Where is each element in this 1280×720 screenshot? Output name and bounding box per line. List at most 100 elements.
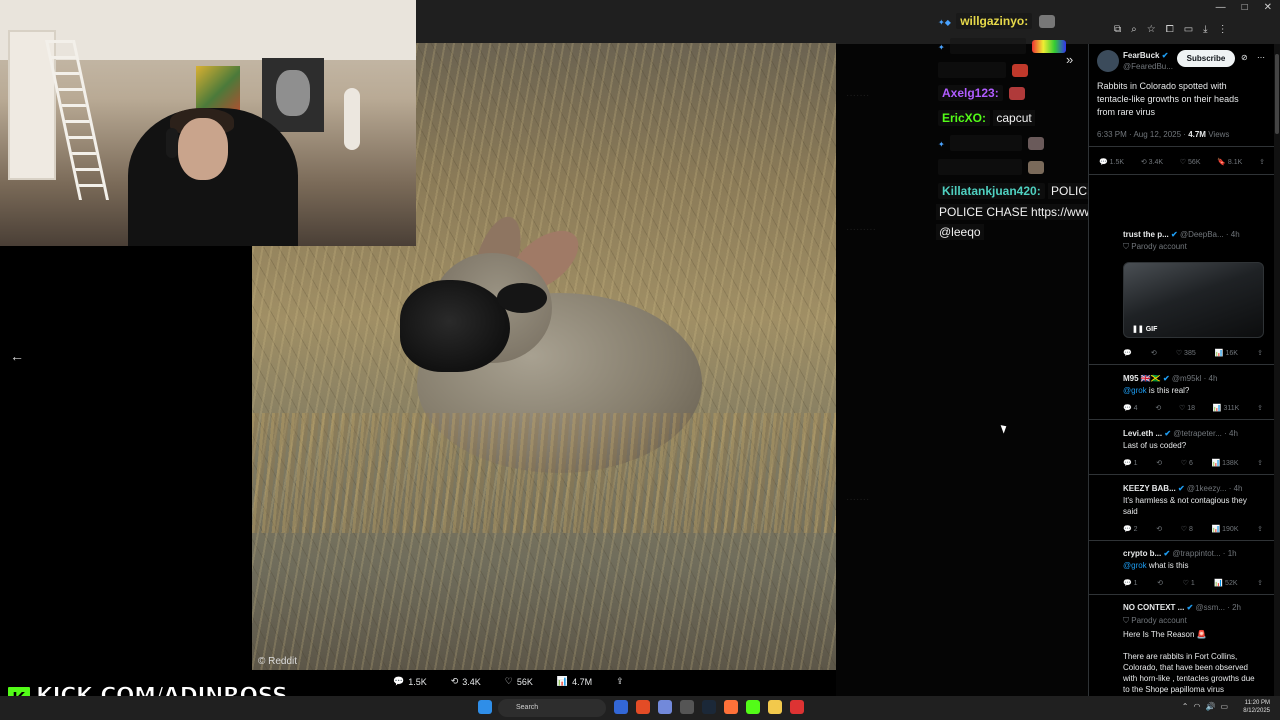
share-icon[interactable]: ⇪ [1257,579,1263,587]
like-button[interactable]: ♡ 6 [1181,459,1193,467]
like-button[interactable]: ♡ 8 [1181,525,1193,533]
reply-actions: 💬 4 ⟲ ♡ 18 📊 311K ⇪ [1123,404,1263,412]
divider [1089,146,1274,147]
reply-count: 1 [1133,580,1138,587]
views-button[interactable]: 📊 4.7M [557,676,592,687]
like-button[interactable]: ♡ 385 [1176,349,1196,357]
post-meta: 6:33 PM · Aug 12, 2025 · 4.7M Views [1097,130,1229,139]
like-button[interactable]: ♡ 1 [1183,579,1195,587]
more-icon[interactable]: ⋯ [1257,53,1265,62]
like-button[interactable]: ♡ 18 [1179,404,1195,412]
reply-age: 4h [1230,230,1240,239]
share-icon[interactable]: ⇪ [1257,349,1263,357]
reply-button[interactable]: 💬 [1123,349,1132,357]
repost-button[interactable]: ⟲ [1156,525,1162,533]
windows-start-icon[interactable] [478,700,492,714]
like-button[interactable]: ♡ 56K [505,676,533,687]
reply-actions: 💬 2 ⟲ ♡ 8 📊 190K ⇪ [1123,525,1263,533]
reply-actions: 💬 1 ⟲ ♡ 1 📊 52K ⇪ [1123,579,1263,587]
chevron-up-icon[interactable]: ⌃ [1182,702,1189,711]
repost-button[interactable]: ⟲ [1151,349,1157,357]
share-icon[interactable]: ⇪ [1257,459,1263,467]
emote-icon [1038,15,1055,29]
like-button[interactable]: ♡ 56K [1180,158,1201,166]
reply-author[interactable]: trust the p... ✔ @DeepBa... · 4h [1123,230,1240,239]
share-icon[interactable]: ⇪ [1259,158,1265,166]
scrollbar[interactable] [1274,44,1280,696]
reply-author[interactable]: crypto b... ✔ @trappintot... · 1h [1123,549,1237,558]
battery-icon[interactable]: ▭ [1220,702,1228,711]
mention-link[interactable]: @grok [1123,386,1147,395]
app-icon[interactable] [680,700,694,714]
reply-handle: @m95kl [1171,374,1202,383]
views-button[interactable]: 📊 311K [1213,404,1240,412]
app-icon[interactable] [790,700,804,714]
steam-icon[interactable] [702,700,716,714]
taskbar-clock[interactable]: 11:20 PM 8/12/2025 [1243,699,1270,715]
post-views-label: Views [1208,130,1230,139]
views-button[interactable]: 📊 52K [1214,579,1237,587]
reply-button[interactable]: 💬 4 [1123,404,1138,412]
subscribe-button[interactable]: Subscribe [1177,50,1235,67]
folder-icon[interactable] [768,700,782,714]
mention-link[interactable]: @grok [1123,561,1147,570]
kick-icon[interactable] [746,700,760,714]
clock-date: 8/12/2025 [1243,708,1270,714]
scrollbar-thumb[interactable] [1275,54,1279,134]
share-button[interactable]: ⇪ [616,676,624,687]
repost-icon: ⟲ [450,676,459,686]
expand-chevron-icon[interactable]: » [1066,52,1073,67]
repost-button[interactable]: ⟲ [1157,579,1163,587]
reply-avatar[interactable] [1097,602,1119,624]
author-name[interactable]: FearBuck ✔ [1123,51,1168,60]
grok-icon[interactable]: ⊘ [1241,53,1248,62]
views-button[interactable]: 📊 16K [1215,349,1238,357]
reply-button[interactable]: 💬 1 [1123,459,1138,467]
chat-text: capcut [993,110,1035,126]
reply-text-body: what is this [1146,561,1189,570]
streamer-webcam [0,0,416,246]
reply-author[interactable]: KEEZY BAB... ✔ @1keezy... · 4h [1123,484,1243,493]
reply-button[interactable]: 💬 1.5K [1099,158,1124,166]
reply-author[interactable]: Levi.eth ... ✔ @tetrapeter... · 4h [1123,429,1238,438]
reply-avatar[interactable] [1097,230,1119,252]
views-count: 190K [1222,526,1239,533]
reply-author[interactable]: NO CONTEXT ... ✔ @ssm... · 2h [1123,603,1241,612]
author-avatar[interactable] [1097,50,1119,72]
reply-gif[interactable]: ❚❚ GIF [1123,262,1264,338]
repost-button[interactable]: ⟲ 3.4K [1141,158,1163,166]
reply-button[interactable]: 💬 1.5K [393,676,427,687]
reply-author[interactable]: M95 🇬🇧🇯🇲 ✔ @m95kl · 4h [1123,374,1217,383]
app-icon[interactable] [614,700,628,714]
parody-label: ⛉ Parody account [1123,616,1187,625]
discord-icon[interactable] [658,700,672,714]
views-button[interactable]: 📊 190K [1211,525,1238,533]
webcam-streamer-face [178,118,228,180]
reply-avatar[interactable] [1097,548,1119,570]
repost-button[interactable]: ⟲ [1156,459,1162,467]
repost-button[interactable]: ⟲ 3.4K [451,676,481,687]
taskbar-search[interactable]: Search [498,699,606,717]
reply-avatar[interactable] [1097,428,1119,450]
reply-text: It's harmless & not contagious they said [1123,496,1247,516]
share-icon[interactable]: ⇪ [1257,525,1263,533]
photo-credit: © Reddit [258,656,298,667]
views-button[interactable]: 📊 138K [1211,459,1238,467]
browser-icon[interactable] [724,700,738,714]
reply-button[interactable]: 💬 1 [1123,579,1138,587]
chat-badge-icon: ✦ [938,140,945,149]
reply-avatar[interactable] [1097,372,1119,394]
verified-icon: ✔ [1162,374,1170,383]
chrome-icon[interactable] [636,700,650,714]
post-actions: 💬 1.5K ⟲ 3.4K ♡ 56K 🔖 8.1K ⇪ [1099,158,1265,166]
reply-avatar[interactable] [1097,482,1119,504]
share-icon[interactable]: ⇪ [1257,404,1263,412]
back-arrow-icon[interactable]: ← [10,348,24,364]
wifi-icon[interactable]: ◠ [1193,702,1200,711]
reply-age: 4h [1229,429,1238,438]
repost-button[interactable]: ⟲ [1155,404,1161,412]
volume-icon[interactable]: 🔊 [1205,702,1215,711]
bookmark-button[interactable]: 🔖 8.1K [1217,158,1242,166]
reply-button[interactable]: 💬 2 [1123,525,1138,533]
verified-icon: ✔ [1164,429,1172,438]
